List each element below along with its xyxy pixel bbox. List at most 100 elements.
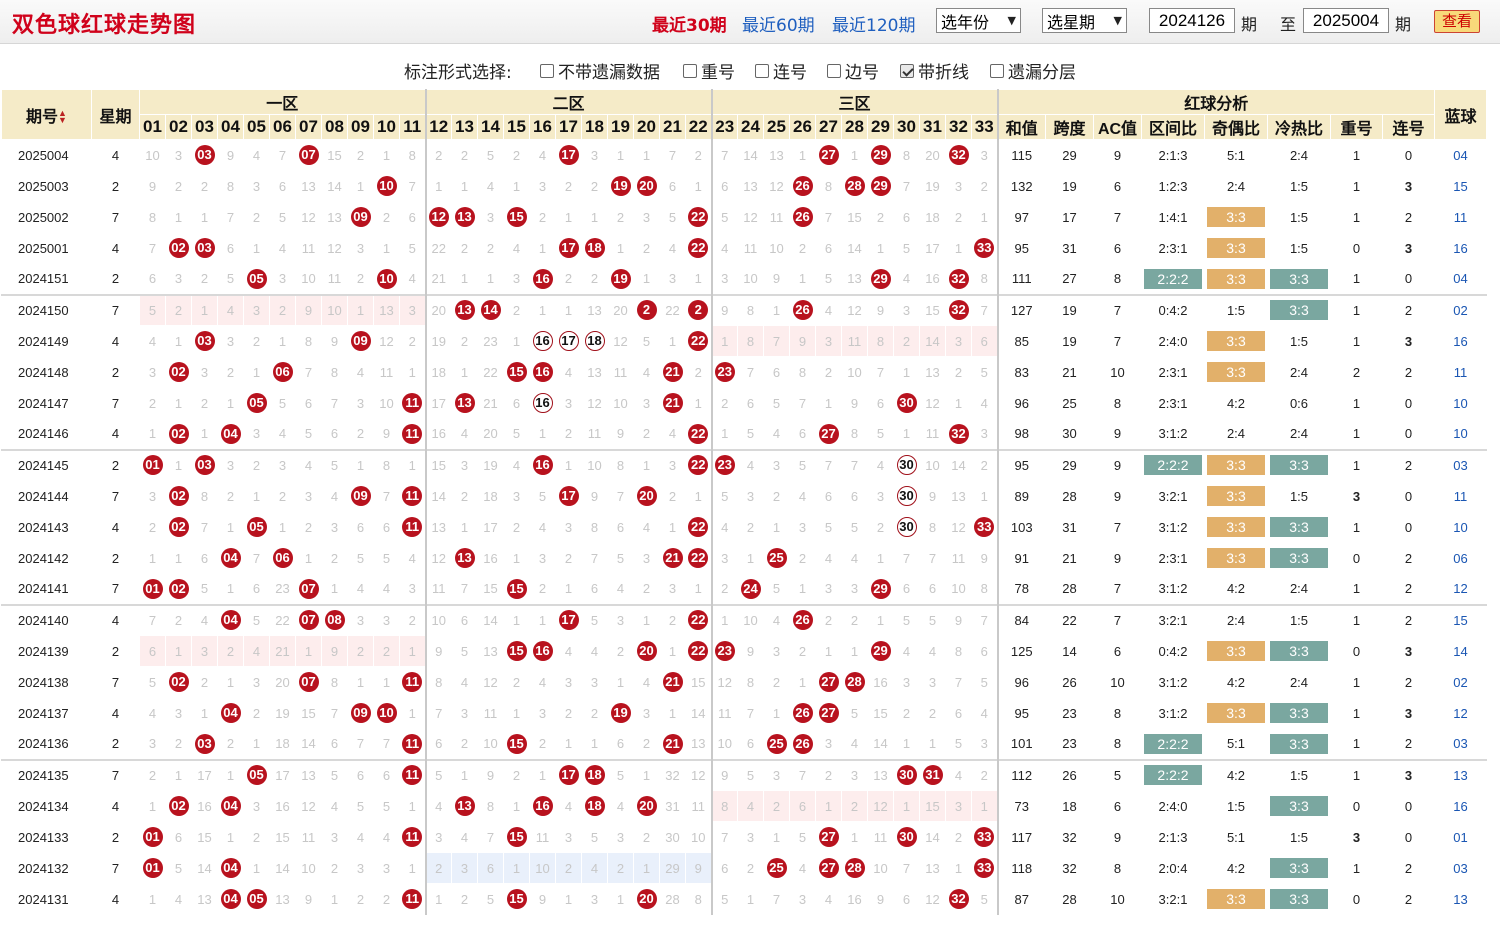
omission-cell: 1 xyxy=(139,418,166,450)
issue-header[interactable]: 期号▲ ▼ xyxy=(1,89,92,140)
year-select[interactable]: 选年份 ▼ xyxy=(936,8,1021,33)
omission-cell: 8 xyxy=(321,356,348,388)
checkbox-icon[interactable] xyxy=(683,63,697,78)
stat-cell: 6 xyxy=(1093,232,1142,264)
omission-cell: 3 xyxy=(867,480,894,512)
table-row: 2025001 4 7 02 03 6 1 4 11 12 3 1 5 22 2 2 4 1 17 18 1 2 4 22 4 1… xyxy=(1,232,1487,264)
drawn-number-cell: 13 xyxy=(451,293,478,326)
checkbox-icon[interactable] xyxy=(827,63,841,78)
omission-cell: 1 xyxy=(893,418,920,450)
drawn-number-cell: 12 xyxy=(424,201,452,233)
drawn-number-cell: 15 xyxy=(503,201,530,233)
red-ball: 09 xyxy=(350,207,371,227)
omission-cell: 7 xyxy=(139,232,166,264)
stat-cell: 9 xyxy=(1093,821,1142,853)
option-consecutive[interactable]: 连号 xyxy=(755,58,807,83)
red-ball: 10 xyxy=(376,176,397,196)
option-omission-layer[interactable]: 遗漏分层 xyxy=(990,58,1076,83)
omission-cell: 15 xyxy=(919,293,946,326)
omission-cell: 1 xyxy=(763,697,790,729)
stat-header: 奇偶比 xyxy=(1204,114,1268,140)
to-issue-input[interactable]: 2025004 xyxy=(1303,8,1389,33)
omission-cell: 7 xyxy=(789,758,816,791)
checkbox-icon[interactable] xyxy=(540,63,554,78)
number-header: 32 xyxy=(945,114,972,140)
stat-cell: 97 xyxy=(996,201,1046,233)
drawn-number-cell: 26 xyxy=(789,201,816,233)
table-row: 2024142 2 1 1 6 04 7 06 1 2 5 5 4 12 13 16 1 3 2 7 5 3 21 22 3 1 2… xyxy=(1,542,1487,574)
omission-cell: 5 xyxy=(217,263,244,295)
option-no-omission[interactable]: 不带遗漏数据 xyxy=(540,58,660,83)
omission-cell: 4 xyxy=(529,139,556,171)
table-row: 2024132 7 01 5 14 04 1 14 10 2 3 3 1 2 3 6 1 10 2 4 2 1 29 9 6 2 2… xyxy=(1,852,1487,884)
query-button[interactable]: 查看 xyxy=(1434,10,1480,33)
omission-cell: 3 xyxy=(451,697,478,729)
omission-cell: 4 xyxy=(503,448,530,481)
omission-cell: 7 xyxy=(710,821,738,853)
omission-cell: 2 xyxy=(763,480,790,512)
stat-cell: 3:1:2 xyxy=(1141,418,1205,450)
omission-cell: 1 xyxy=(451,511,478,543)
omission-cell: 30 xyxy=(659,821,686,853)
omission-cell: 5 xyxy=(347,542,374,574)
omission-cell: 15 xyxy=(191,821,218,853)
weekday-cell: 4 xyxy=(91,418,140,450)
stat-cell: 1:5 xyxy=(1267,821,1331,853)
omission-cell: 2 xyxy=(867,511,894,543)
drawn-number-cell: 04 xyxy=(217,418,244,450)
omission-cell: 6 xyxy=(607,511,634,543)
stat-cell: 132 xyxy=(996,170,1046,202)
sort-icon[interactable]: ▲ ▼ xyxy=(58,109,67,125)
omission-cell: 2 xyxy=(451,883,478,915)
omission-cell: 9 xyxy=(217,139,244,171)
stat-cell: 83 xyxy=(996,356,1046,388)
drawn-number-cell: 03 xyxy=(191,325,218,357)
drawn-number-cell: 15 xyxy=(503,728,530,760)
from-issue-input[interactable]: 2024126 xyxy=(1149,8,1235,33)
blue-ball-cell: 04 xyxy=(1434,139,1487,171)
red-ball: 27 xyxy=(818,672,839,692)
drawn-number-cell: 05 xyxy=(243,758,270,791)
issue-cell: 2024138 xyxy=(1,666,92,698)
omission-cell: 3 xyxy=(789,511,816,543)
weekday-select[interactable]: 选星期 ▼ xyxy=(1042,8,1127,33)
option-edge[interactable]: 边号 xyxy=(827,58,879,83)
stat-cell: 1 xyxy=(1330,263,1383,295)
highlight-badge: 3:3 xyxy=(1207,331,1265,351)
option-repeat[interactable]: 重号 xyxy=(683,58,735,83)
omission-cell: 19 xyxy=(269,697,296,729)
omission-cell: 22 xyxy=(269,603,296,636)
option-polyline[interactable]: 带折线 xyxy=(900,58,969,83)
stat-cell: 0 xyxy=(1382,387,1435,419)
red-ball: 16 xyxy=(532,641,553,661)
drawn-number-cell: 10 xyxy=(373,697,400,729)
stat-cell: 2:4 xyxy=(1204,603,1268,636)
omission-cell: 3 xyxy=(633,542,660,574)
drawn-number-cell: 29 xyxy=(867,573,894,605)
link-recent-60[interactable]: 最近60期 xyxy=(742,11,815,36)
omission-cell: 1 xyxy=(399,356,426,388)
table-row: 2024137 4 4 3 1 04 2 19 15 7 09 10 1 7 3 11 1 3 2 2 19 3 1 14 11… xyxy=(1,697,1487,729)
drawn-number-cell: 17 xyxy=(555,325,582,357)
omission-cell: 2 xyxy=(243,325,270,357)
stat-cell: 3:3 xyxy=(1267,263,1331,295)
ring-ball: 16 xyxy=(532,331,553,351)
drawn-number-cell: 17 xyxy=(555,139,582,171)
omission-cell: 1 xyxy=(243,852,270,884)
omission-cell: 6 xyxy=(710,170,738,202)
stat-cell: 3:3 xyxy=(1267,448,1331,481)
link-recent-120[interactable]: 最近120期 xyxy=(832,11,915,36)
omission-cell: 1 xyxy=(659,635,686,667)
stat-cell: 3:3 xyxy=(1267,697,1331,729)
number-header-row: 01 02 03 04 05 06 07 08 09 10 11 12 13 14 15 16 17 18 19 20… xyxy=(2,114,1487,140)
checkbox-icon[interactable] xyxy=(755,63,769,78)
red-ball: 26 xyxy=(792,207,813,227)
omission-cell: 6 xyxy=(295,387,322,419)
checkbox-icon[interactable] xyxy=(900,63,914,78)
omission-cell: 1 xyxy=(503,852,530,884)
omission-cell: 6 xyxy=(893,201,920,233)
stat-cell: 1 xyxy=(1330,697,1383,729)
link-recent-30[interactable]: 最近30期 xyxy=(652,11,727,36)
omission-cell: 5 xyxy=(451,635,478,667)
checkbox-icon[interactable] xyxy=(990,63,1004,78)
